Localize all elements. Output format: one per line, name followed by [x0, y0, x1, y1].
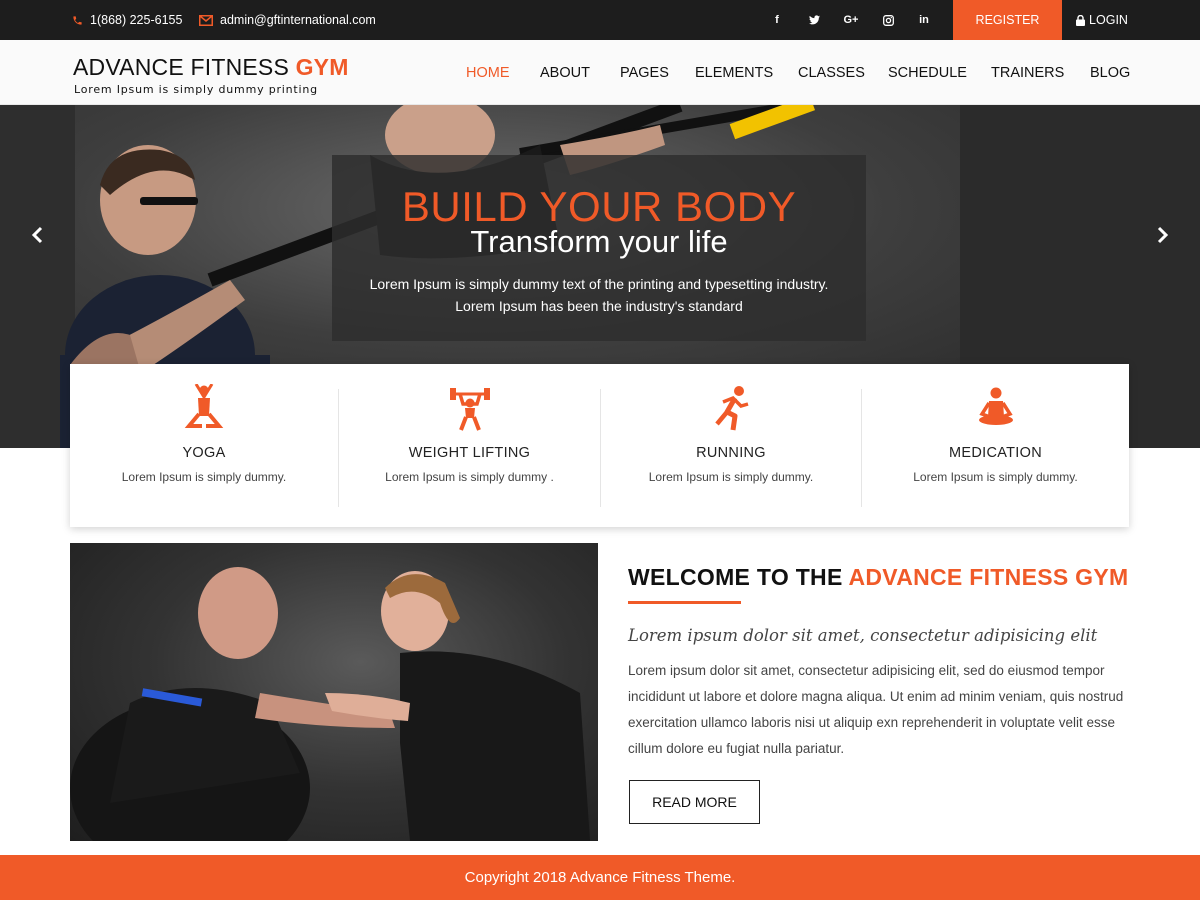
running-icon: [715, 386, 749, 431]
feature-running[interactable]: RUNNING Lorem Ipsum is simply dummy.: [601, 364, 861, 527]
nav-home[interactable]: HOME: [466, 40, 510, 105]
chevron-right-icon: [1157, 226, 1169, 244]
chevron-left-icon: [31, 226, 43, 244]
feature-title: RUNNING: [696, 445, 766, 461]
slider-prev-button[interactable]: [25, 223, 49, 247]
meditation-icon: [978, 387, 1013, 425]
feature-text: Lorem Ipsum is simply dummy .: [385, 470, 554, 484]
hero-text-line-1: Lorem Ipsum is simply dummy text of the …: [369, 276, 829, 292]
site-header: ADVANCE FITNESS GYM Lorem Ipsum is simpl…: [0, 40, 1200, 105]
features-strip: YOGA Lorem Ipsum is simply dummy. WEIGHT…: [70, 364, 1129, 527]
weight-lifting-icon: [449, 388, 490, 431]
feature-title: MEDICATION: [949, 445, 1042, 461]
nav-about[interactable]: ABOUT: [540, 40, 590, 105]
hero-caption-box: BUILD YOUR BODY Transform your life Lore…: [332, 155, 866, 341]
feature-title: WEIGHT LIFTING: [408, 445, 531, 461]
facebook-icon[interactable]: f: [767, 0, 787, 40]
feature-weight-lifting[interactable]: WEIGHT LIFTING Lorem Ipsum is simply dum…: [339, 364, 600, 527]
welcome-heading: WELCOME TO THE ADVANCE FITNESS GYM: [628, 564, 1128, 591]
hero-text: Lorem Ipsum is simply dummy text of the …: [332, 273, 866, 317]
site-tagline: Lorem Ipsum is simply dummy printing: [74, 83, 318, 96]
nav-trainers[interactable]: TRAINERS: [991, 40, 1064, 105]
twitter-icon[interactable]: [804, 0, 824, 40]
yoga-icon: [184, 384, 224, 428]
feature-yoga[interactable]: YOGA Lorem Ipsum is simply dummy.: [70, 364, 338, 527]
hero-text-line-2: Lorem Ipsum has been the industry's stan…: [455, 298, 743, 314]
feature-text: Lorem Ipsum is simply dummy.: [913, 470, 1078, 484]
feature-meditation[interactable]: MEDICATION Lorem Ipsum is simply dummy.: [862, 364, 1129, 527]
heading-underline: [628, 601, 741, 604]
login-label: LOGIN: [1089, 13, 1128, 27]
nav-schedule[interactable]: SCHEDULE: [888, 40, 967, 105]
top-bar: 1(868) 225-6155 admin@gftinternational.c…: [0, 0, 1200, 40]
google-plus-icon[interactable]: G+: [841, 0, 861, 40]
welcome-heading-main: WELCOME TO THE: [628, 564, 843, 590]
instagram-icon[interactable]: [878, 0, 898, 40]
brand-main: ADVANCE FITNESS: [73, 54, 289, 80]
feature-text: Lorem Ipsum is simply dummy.: [648, 470, 814, 484]
welcome-body: Lorem ipsum dolor sit amet, consectetur …: [628, 663, 1124, 756]
feature-title: YOGA: [182, 445, 226, 461]
welcome-photo: [70, 543, 598, 841]
nav-classes[interactable]: CLASSES: [798, 40, 865, 105]
nav-elements[interactable]: ELEMENTS: [695, 40, 773, 105]
nav-pages[interactable]: PAGES: [620, 40, 669, 105]
site-logo[interactable]: ADVANCE FITNESS GYM: [73, 54, 349, 81]
slider-next-button[interactable]: [1151, 223, 1175, 247]
email-contact[interactable]: admin@gftinternational.com: [199, 0, 376, 40]
copyright-text: Copyright 2018 Advance Fitness Theme.: [464, 869, 736, 886]
hero-subtitle: Transform your life: [470, 224, 728, 259]
login-button[interactable]: LOGIN: [1062, 0, 1142, 40]
feature-text: Lorem Ipsum is simply dummy.: [121, 470, 287, 484]
linkedin-icon[interactable]: in: [914, 0, 934, 40]
email-address: admin@gftinternational.com: [220, 13, 376, 27]
trainer-couple-photo: [70, 567, 590, 841]
phone-number: 1(868) 225-6155: [90, 13, 183, 27]
site-footer: Copyright 2018 Advance Fitness Theme.: [0, 855, 1200, 900]
phone-icon: [72, 15, 83, 26]
phone-contact[interactable]: 1(868) 225-6155: [72, 0, 182, 40]
lock-icon: [1076, 14, 1086, 26]
brand-accent: GYM: [295, 54, 349, 80]
register-button[interactable]: REGISTER: [953, 0, 1062, 40]
nav-blog[interactable]: BLOG: [1090, 40, 1130, 105]
envelope-icon: [199, 14, 213, 26]
welcome-lead: Lorem ipsum dolor sit amet, consectetur …: [628, 626, 1098, 645]
read-more-button[interactable]: READ MORE: [629, 780, 760, 824]
welcome-heading-accent: ADVANCE FITNESS GYM: [848, 564, 1129, 590]
